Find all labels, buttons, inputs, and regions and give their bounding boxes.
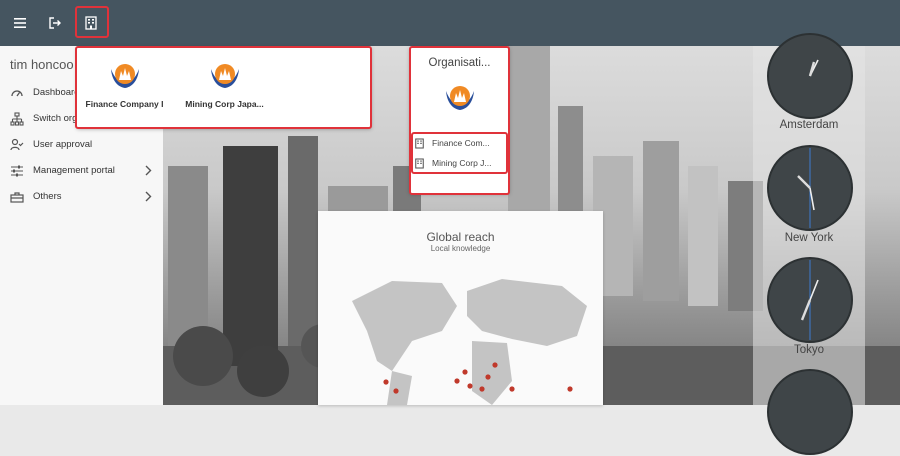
organisation-panel: Organisati... Finance Com... Mining Corp… (410, 47, 509, 193)
card-subtitle: Local knowledge (430, 244, 491, 253)
card-title: Global reach (426, 230, 495, 244)
chevron-right-icon (145, 165, 152, 176)
sidebar-item-label: Dashboard (33, 87, 80, 98)
global-reach-card: Global reach Local knowledge (318, 211, 603, 405)
org-item-label: Finance Com... (432, 138, 490, 148)
sidebar-item-label: User approval (33, 139, 93, 150)
company-item-finance[interactable]: Finance Company I (77, 59, 172, 109)
building-icon (85, 16, 97, 30)
logout-icon (49, 17, 61, 29)
world-clocks: Amsterdam New York Tokyo (753, 33, 865, 455)
building-icon (415, 157, 424, 169)
sidebar-item-management-portal[interactable]: Management portal (0, 158, 163, 184)
organisation-logo-icon (446, 86, 474, 110)
company-logo-icon (210, 64, 239, 88)
sidebar-item-label: Switch org (33, 113, 78, 124)
menu-icon (14, 18, 26, 28)
clock-icon (767, 257, 853, 343)
company-item-mining[interactable]: Mining Corp Japa... (177, 59, 272, 109)
sidebar-item-user-approval[interactable]: User approval (0, 132, 163, 158)
map-dot (485, 374, 491, 380)
sliders-icon (11, 165, 23, 177)
chevron-right-icon (145, 191, 152, 202)
map-dot (467, 383, 473, 389)
sidebar-item-others[interactable]: Others (0, 184, 163, 210)
toolbox-icon (10, 192, 24, 203)
company-name: Finance Company I (85, 99, 164, 109)
clock-icon (767, 369, 853, 455)
clock-icon (767, 33, 853, 119)
clock-icon (767, 145, 853, 231)
org-tree-icon (10, 112, 24, 126)
map-dot (383, 379, 389, 385)
user-check-icon (10, 138, 24, 151)
company-logo-icon (110, 64, 139, 88)
dashboard-icon (11, 90, 23, 97)
company-name: Mining Corp Japa... (185, 99, 264, 109)
sidebar-item-label: Others (33, 191, 62, 202)
map-dot (567, 386, 573, 392)
top-bar (0, 0, 900, 46)
user-name: tim honcoo (10, 57, 74, 72)
org-item-finance[interactable]: Finance Com... (415, 134, 505, 152)
org-item-label: Mining Corp J... (432, 158, 492, 168)
logout-button[interactable] (40, 8, 70, 38)
map-dot (509, 386, 515, 392)
world-map (352, 279, 587, 405)
map-dot (454, 378, 460, 384)
map-dot (479, 386, 485, 392)
switch-company-button[interactable] (76, 8, 106, 38)
clock-city-label: Tokyo (793, 344, 825, 356)
org-item-mining[interactable]: Mining Corp J... (415, 154, 505, 172)
company-switcher-menu: Finance Company I Mining Corp Japa... (77, 47, 371, 128)
clock-city-label: Amsterdam (779, 119, 839, 131)
map-dot (393, 388, 399, 394)
map-dot (492, 362, 498, 368)
clock-city-label: New York (784, 232, 834, 244)
organisation-title: Organisati... (428, 57, 491, 69)
map-dot (462, 369, 468, 375)
sidebar-item-label: Management portal (33, 165, 115, 176)
building-icon (415, 137, 424, 149)
menu-button[interactable] (6, 8, 36, 38)
